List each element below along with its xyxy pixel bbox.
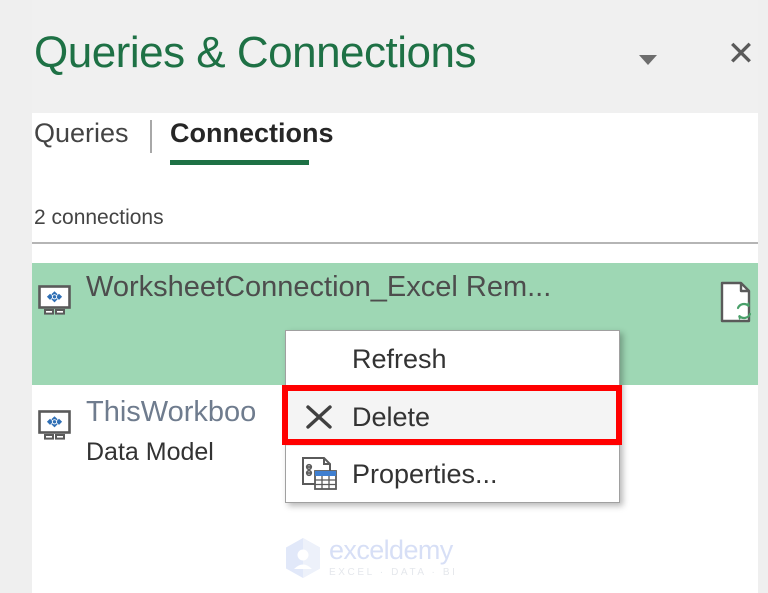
delete-x-icon — [286, 389, 352, 445]
menu-item-label: Refresh — [352, 344, 447, 374]
connection-name: ThisWorkboo — [86, 396, 257, 428]
refresh-document-icon[interactable] — [719, 281, 753, 323]
pane-header: Queries & Connections ✕ — [32, 0, 758, 113]
workbook-connection-icon — [38, 285, 74, 315]
menu-item-label: Delete — [352, 401, 431, 432]
refresh-menu-icon-slot — [286, 331, 352, 388]
connection-subtitle: Data Model — [86, 438, 214, 466]
connection-count-label: 2 connections — [34, 206, 164, 229]
properties-table-icon — [286, 446, 352, 502]
menu-item-properties[interactable]: Properties... — [286, 445, 619, 502]
context-menu: Refresh Delete Properties... — [285, 330, 620, 503]
chevron-down-icon[interactable] — [627, 40, 669, 80]
tab-queries[interactable]: Queries — [34, 118, 129, 149]
menu-item-delete[interactable]: Delete — [286, 388, 619, 445]
tab-connections[interactable]: Connections — [170, 118, 334, 149]
chevron-down-glyph — [639, 55, 657, 65]
queries-and-connections-pane: Queries & Connections ✕ Queries Connecti… — [32, 0, 758, 593]
exceldemy-logo-icon — [286, 538, 320, 578]
close-icon[interactable]: ✕ — [721, 33, 761, 75]
exceldemy-watermark: exceldemy EXCEL · DATA · BI — [283, 536, 473, 580]
watermark-name: exceldemy — [329, 535, 453, 566]
header-divider — [32, 242, 758, 244]
menu-item-refresh[interactable]: Refresh — [286, 331, 619, 388]
tab-divider — [150, 120, 152, 153]
connection-name: WorksheetConnection_Excel Rem... — [86, 271, 552, 303]
menu-item-label: Properties... — [352, 458, 498, 489]
active-tab-underline — [170, 160, 309, 165]
pane-tabs: Queries Connections — [32, 118, 758, 178]
watermark-tagline: EXCEL · DATA · BI — [329, 566, 458, 578]
workbook-connection-icon — [38, 410, 74, 440]
page-title: Queries & Connections — [34, 28, 476, 77]
